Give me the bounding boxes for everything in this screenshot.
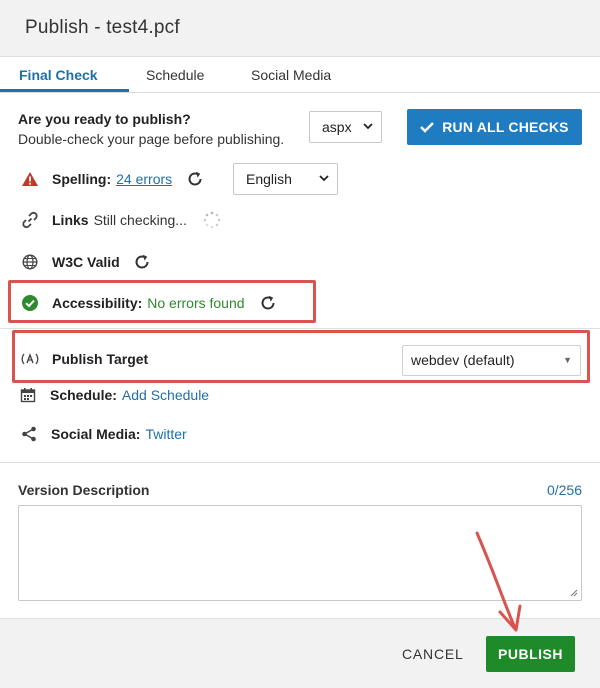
- spelling-check-row: Spelling: 24 errors: [20, 168, 204, 190]
- dropdown-triangle-icon: ▼: [563, 355, 572, 365]
- refresh-icon[interactable]: [186, 170, 204, 188]
- add-schedule-link[interactable]: Add Schedule: [122, 387, 209, 403]
- accessibility-status: No errors found: [147, 295, 245, 311]
- run-all-checks-button[interactable]: RUN ALL CHECKS: [407, 109, 582, 145]
- version-description-textarea[interactable]: [18, 505, 582, 601]
- links-label: Links: [52, 212, 89, 228]
- w3c-check-row: W3C Valid: [20, 251, 151, 273]
- tab-final-check[interactable]: Final Check: [19, 67, 98, 83]
- checkmark-icon: [420, 122, 435, 133]
- publish-target-row: Publish Target: [20, 348, 153, 370]
- links-status: Still checking...: [93, 212, 187, 228]
- check-circle-icon: [20, 293, 40, 313]
- version-description-count: 0/256: [546, 482, 582, 498]
- publish-target-select[interactable]: webdev (default) ▼: [402, 345, 581, 376]
- warning-icon: [20, 169, 40, 189]
- refresh-icon[interactable]: [133, 253, 151, 271]
- cancel-button[interactable]: CANCEL: [402, 646, 464, 662]
- ready-subtitle: Double-check your page before publishing…: [18, 131, 285, 147]
- section-divider: [0, 328, 600, 329]
- active-tab-indicator: [0, 89, 129, 92]
- version-description-label: Version Description: [18, 482, 150, 498]
- tab-schedule[interactable]: Schedule: [146, 67, 204, 83]
- spelling-label: Spelling:: [52, 171, 112, 187]
- loading-spinner-icon: [203, 211, 221, 229]
- broadcast-icon: [20, 349, 40, 369]
- run-all-checks-label: RUN ALL CHECKS: [442, 119, 569, 135]
- share-icon: [19, 424, 39, 444]
- w3c-label: W3C Valid: [52, 254, 120, 270]
- publish-target-label: Publish Target: [52, 351, 149, 367]
- links-check-row: Links Still checking...: [20, 209, 221, 231]
- chevron-down-icon: [363, 112, 373, 154]
- calendar-icon: [18, 385, 38, 405]
- publish-target-value: webdev (default): [411, 352, 515, 368]
- dialog-title-bar: Publish - test4.pcf: [0, 0, 600, 57]
- accessibility-check-row: Accessibility: No errors found: [20, 292, 277, 314]
- extension-select[interactable]: aspx: [309, 111, 382, 143]
- accessibility-label: Accessibility:: [52, 295, 143, 311]
- chevron-down-icon: [319, 164, 329, 206]
- tab-social-media[interactable]: Social Media: [251, 67, 331, 83]
- language-select[interactable]: English: [233, 163, 338, 195]
- publish-button[interactable]: PUBLISH: [486, 636, 575, 672]
- link-icon: [20, 210, 40, 230]
- refresh-icon[interactable]: [259, 294, 277, 312]
- social-media-row: Social Media: Twitter: [19, 423, 187, 445]
- spelling-errors-link[interactable]: 24 errors: [116, 171, 172, 187]
- extension-select-value: aspx: [322, 119, 352, 135]
- schedule-row: Schedule: Add Schedule: [18, 384, 209, 406]
- tab-bar: Final Check Schedule Social Media: [0, 57, 600, 93]
- ready-heading: Are you ready to publish?: [18, 111, 191, 127]
- schedule-label: Schedule:: [50, 387, 117, 403]
- resize-grip-icon[interactable]: [570, 589, 578, 597]
- globe-icon: [20, 252, 40, 272]
- twitter-link[interactable]: Twitter: [145, 426, 186, 442]
- social-media-label: Social Media:: [51, 426, 141, 442]
- language-select-value: English: [246, 171, 292, 187]
- section-divider: [0, 462, 600, 463]
- dialog-title: Publish - test4.pcf: [25, 17, 180, 38]
